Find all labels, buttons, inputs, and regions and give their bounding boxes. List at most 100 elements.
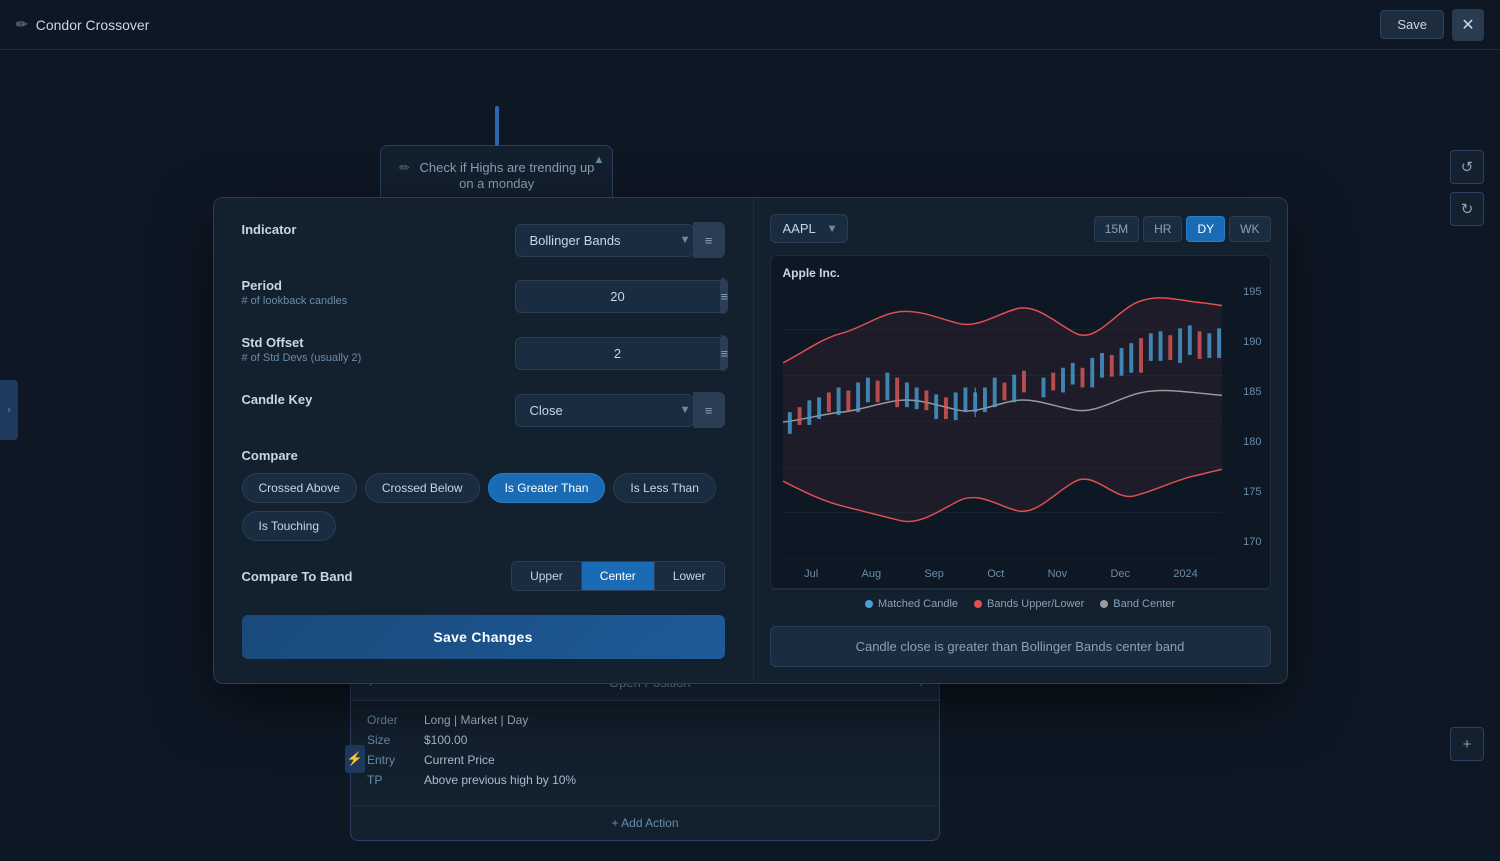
chart-y-axis: 195 190 185 180 175 170 <box>1243 286 1261 548</box>
band-section: Compare To Band Upper Center Lower <box>242 561 725 591</box>
timeframe-buttons: 15M HR DY WK <box>1094 216 1271 242</box>
undo-button[interactable]: ↺ <box>1450 150 1484 184</box>
legend-label-center: Band Center <box>1113 598 1175 610</box>
chart-header: AAPL ▼ 15M HR DY WK <box>770 214 1271 243</box>
compare-label: Compare <box>242 448 725 463</box>
tp-row: TP Above previous high by 10% <box>367 773 923 787</box>
compare-buttons-group: Crossed Above Crossed Below Is Greater T… <box>242 473 725 541</box>
tp-value: Above previous high by 10% <box>424 773 576 787</box>
y-label-185: 185 <box>1243 386 1261 398</box>
candle-key-row: Candle Key Close ▼ ≡ <box>242 392 725 428</box>
top-bar-actions: Save ✕ <box>1380 9 1484 41</box>
order-row: Order Long | Market | Day <box>367 713 923 727</box>
x-label-nov: Nov <box>1048 568 1068 580</box>
std-menu-button[interactable]: ≡ <box>721 335 729 371</box>
chart-legend: Matched Candle Bands Upper/Lower Band Ce… <box>770 589 1271 618</box>
size-label: Size <box>367 733 412 747</box>
add-action-button[interactable]: + Add Action <box>351 805 939 840</box>
zoom-controls: + <box>1450 727 1484 761</box>
band-btn-upper[interactable]: Upper <box>512 562 582 590</box>
tf-btn-wk[interactable]: WK <box>1229 216 1270 242</box>
legend-matched-candle: Matched Candle <box>865 598 958 610</box>
legend-bands-upper-lower: Bands Upper/Lower <box>974 598 1084 610</box>
node-text-line1: Check if Highs are trending up <box>420 160 595 175</box>
period-row: Period # of lookback candles ≡ <box>242 278 725 315</box>
order-value: Long | Market | Day <box>424 713 528 727</box>
redo-button[interactable]: ↻ <box>1450 192 1484 226</box>
period-input[interactable] <box>515 280 721 313</box>
zoom-in-button[interactable]: + <box>1450 727 1484 761</box>
indicator-label: Indicator <box>242 222 515 237</box>
entry-row: Entry Current Price <box>367 753 923 767</box>
x-label-jul: Jul <box>804 568 818 580</box>
x-label-aug: Aug <box>861 568 881 580</box>
period-label: Period <box>242 278 515 293</box>
x-label-sep: Sep <box>924 568 944 580</box>
indicator-menu-button[interactable]: ≡ <box>693 222 725 258</box>
band-btn-lower[interactable]: Lower <box>655 562 724 590</box>
x-label-2024: 2024 <box>1173 568 1197 580</box>
app-title: Condor Crossover <box>36 17 150 33</box>
x-label-oct: Oct <box>987 568 1004 580</box>
save-button[interactable]: Save <box>1380 10 1444 39</box>
top-bar: ✏ Condor Crossover Save ✕ <box>0 0 1500 50</box>
compare-btn-is-greater-than[interactable]: Is Greater Than <box>488 473 606 503</box>
period-menu-button[interactable]: ≡ <box>721 278 729 314</box>
legend-dot-matched <box>865 600 873 608</box>
band-btn-center[interactable]: Center <box>582 562 655 590</box>
tf-btn-15m[interactable]: 15M <box>1094 216 1139 242</box>
compare-btn-crossed-above[interactable]: Crossed Above <box>242 473 357 503</box>
y-label-180: 180 <box>1243 436 1261 448</box>
tf-btn-hr[interactable]: HR <box>1143 216 1182 242</box>
symbol-select[interactable]: AAPL <box>770 214 848 243</box>
compare-btn-crossed-below[interactable]: Crossed Below <box>365 473 480 503</box>
y-label-175: 175 <box>1243 486 1261 498</box>
app-title-container: ✏ Condor Crossover <box>16 16 149 33</box>
chart-description: Candle close is greater than Bollinger B… <box>770 626 1271 667</box>
period-sublabel: # of lookback candles <box>242 295 515 307</box>
std-row: Std Offset # of Std Devs (usually 2) ≡ <box>242 335 725 372</box>
indicator-select[interactable]: Bollinger Bands <box>515 224 694 257</box>
chart-title: Apple Inc. <box>783 266 840 280</box>
std-sublabel: # of Std Devs (usually 2) <box>242 352 515 364</box>
y-label-190: 190 <box>1243 336 1261 348</box>
x-label-dec: Dec <box>1110 568 1130 580</box>
pencil-icon: ✏ <box>16 16 28 33</box>
compare-to-band-label: Compare To Band <box>242 569 353 584</box>
entry-value: Current Price <box>424 753 495 767</box>
save-changes-button[interactable]: Save Changes <box>242 615 725 659</box>
tf-btn-dy[interactable]: DY <box>1186 216 1225 242</box>
bottom-card: + Open Position › Order Long | Market | … <box>350 664 940 841</box>
modal-right-panel: AAPL ▼ 15M HR DY WK Apple Inc. 195 190 1 <box>754 198 1287 683</box>
legend-dot-bands <box>974 600 982 608</box>
modal-left-panel: Indicator Bollinger Bands ▼ ≡ Period <box>214 198 754 683</box>
tp-label: TP <box>367 773 412 787</box>
left-expand-handle[interactable]: › <box>0 380 18 440</box>
node-text-line2: on a monday <box>459 176 534 191</box>
y-label-170: 170 <box>1243 536 1261 548</box>
entry-label: Entry <box>367 753 412 767</box>
chart-x-axis: Jul Aug Sep Oct Nov Dec 2024 <box>783 568 1220 580</box>
legend-band-center: Band Center <box>1100 598 1175 610</box>
candle-key-label: Candle Key <box>242 392 515 407</box>
chart-area: Apple Inc. 195 190 185 180 175 170 <box>770 255 1271 589</box>
std-input[interactable] <box>515 337 721 370</box>
edit-icon: ✏ <box>399 160 410 175</box>
candle-key-menu-button[interactable]: ≡ <box>693 392 725 428</box>
connector-line <box>495 106 499 146</box>
close-button[interactable]: ✕ <box>1452 9 1484 41</box>
collapse-icon[interactable]: ▲ <box>594 154 605 166</box>
band-buttons-group: Upper Center Lower <box>511 561 724 591</box>
candle-key-select[interactable]: Close <box>515 394 694 427</box>
order-label: Order <box>367 713 412 727</box>
y-label-195: 195 <box>1243 286 1261 298</box>
chart-svg <box>783 284 1222 560</box>
bottom-card-body: Order Long | Market | Day Size $100.00 E… <box>351 701 939 805</box>
legend-label-bands: Bands Upper/Lower <box>987 598 1084 610</box>
symbol-select-wrapper: AAPL ▼ <box>770 214 848 243</box>
indicator-row: Indicator Bollinger Bands ▼ ≡ <box>242 222 725 258</box>
std-label: Std Offset <box>242 335 515 350</box>
compare-btn-is-touching[interactable]: Is Touching <box>242 511 337 541</box>
size-row: Size $100.00 <box>367 733 923 747</box>
compare-btn-is-less-than[interactable]: Is Less Than <box>613 473 715 503</box>
